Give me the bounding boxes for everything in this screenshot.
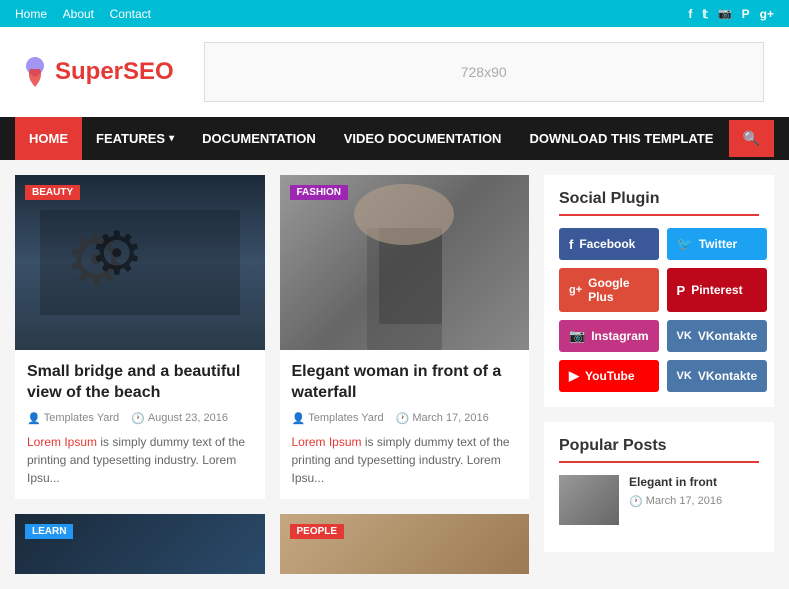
nav-features[interactable]: FEATURES [82,117,188,160]
logo-name: Super [55,58,123,85]
topbar-contact[interactable]: Contact [110,7,151,21]
post-excerpt: Lorem Ipsum is simply dummy text of the … [27,433,253,487]
post-date: August 23, 2016 [148,412,228,424]
instagram-icon: 📷 [569,328,585,344]
popular-posts-section: Popular Posts Elegant in front 🕐 March 1… [544,422,774,552]
post-date: March 17, 2016 [412,412,488,424]
vkontakte-button-2[interactable]: VK VKontakte [667,360,768,392]
logo-text: SuperSEO [55,58,174,86]
twitter-topbar-icon[interactable]: 𝕥 [702,7,708,21]
logo-accent: SEO [123,58,174,85]
posts-grid: ⚙ BEAUTY Small bridge and a beautiful vi… [15,175,529,574]
vkontakte-button-1[interactable]: VK VKontakte [667,320,768,352]
post-title[interactable]: Elegant woman in front of a waterfall [292,362,518,404]
search-icon: 🔍 [743,130,760,146]
ad-text: 728x90 [461,64,507,80]
post-title[interactable]: Small bridge and a beautiful view of the… [27,362,253,404]
youtube-label: YouTube [585,369,635,383]
logo[interactable]: SuperSEO [20,55,174,90]
nav-download[interactable]: DOWNLOAD THIS TEMPLATE [515,117,727,160]
facebook-button[interactable]: f Facebook [559,228,659,260]
content-area: ⚙ BEAUTY Small bridge and a beautiful vi… [15,175,529,574]
post-card-learn: LEARN [15,514,265,574]
facebook-topbar-icon[interactable]: f [688,7,692,21]
header-ad-banner: 728x90 [204,42,764,102]
post-image-people[interactable]: PEOPLE [280,514,530,574]
nav-documentation[interactable]: DOCUMENTATION [188,117,330,160]
topbar-home[interactable]: Home [15,7,47,21]
popular-date-text: March 17, 2016 [646,495,722,507]
post-date-icon: 🕐 August 23, 2016 [131,412,228,425]
post-body: Small bridge and a beautiful view of the… [15,350,265,499]
googleplus-button[interactable]: g+ Google Plus [559,268,659,312]
post-image[interactable]: ⚙ BEAUTY [15,175,265,350]
search-button[interactable]: 🔍 [729,120,774,157]
pinterest-label: Pinterest [691,283,742,297]
post-card: FASHION Elegant woman in front of a wate… [280,175,530,499]
twitter-button[interactable]: 🐦 Twitter [667,228,768,260]
main-navbar: HOME FEATURES DOCUMENTATION VIDEO DOCUME… [0,117,789,160]
topbar: Home About Contact f 𝕥 📷 P g+ [0,0,789,27]
post-excerpt: Lorem Ipsum is simply dummy text of the … [292,433,518,487]
facebook-icon: f [569,237,573,252]
post-author: Templates Yard [44,412,119,424]
youtube-button[interactable]: ▶ YouTube [559,360,659,392]
instagram-topbar-icon[interactable]: 📷 [718,7,732,21]
nav-video-documentation[interactable]: VIDEO DOCUMENTATION [330,117,516,160]
pinterest-button[interactable]: P Pinterest [667,268,768,312]
post-date-icon: 🕐 March 17, 2016 [396,412,489,425]
popular-post-date: 🕐 March 17, 2016 [629,495,759,508]
nav-home[interactable]: HOME [15,117,82,160]
social-plugin-section: Social Plugin f Facebook 🐦 Twitter g+ Go… [544,175,774,407]
vk-icon: VK [677,330,692,342]
pinterest-icon: P [677,283,686,298]
instagram-label: Instagram [591,329,648,343]
post-tag-fashion: FASHION [290,185,348,200]
topbar-social-icons: f 𝕥 📷 P g+ [688,7,774,21]
popular-post-info: Elegant in front 🕐 March 17, 2016 [629,475,759,508]
post-author-icon: 👤 Templates Yard [292,412,384,425]
social-plugin-title: Social Plugin [559,190,759,216]
post-author-icon: 👤 Templates Yard [27,412,119,425]
post-meta: 👤 Templates Yard 🕐 March 17, 2016 [292,412,518,425]
popular-posts-title: Popular Posts [559,437,759,463]
post-tag-people: PEOPLE [290,524,345,539]
post-meta: 👤 Templates Yard 🕐 August 23, 2016 [27,412,253,425]
popular-post-item: Elegant in front 🕐 March 17, 2016 [559,475,759,525]
popular-post-thumb[interactable] [559,475,619,525]
site-header: SuperSEO 728x90 [0,27,789,117]
post-image[interactable]: FASHION [280,175,530,350]
twitter-label: Twitter [699,237,737,251]
post-image-learn[interactable]: LEARN [15,514,265,574]
post-tag-learn: LEARN [25,524,73,539]
post-card: ⚙ BEAUTY Small bridge and a beautiful vi… [15,175,265,499]
clock-icon: 🕐 [629,495,643,508]
popular-title-text: Elegant in front [629,475,717,489]
social-grid: f Facebook 🐦 Twitter g+ Google Plus P Pi… [559,228,759,392]
post-body: Elegant woman in front of a waterfall 👤 … [280,350,530,499]
pinterest-topbar-icon[interactable]: P [742,7,750,21]
logo-icon [20,55,50,90]
googleplus-label: Google Plus [588,276,648,304]
topbar-about[interactable]: About [63,7,94,21]
twitter-icon: 🐦 [677,236,693,252]
topbar-nav: Home About Contact [15,6,163,21]
post-card-people: PEOPLE [280,514,530,574]
popular-post-title[interactable]: Elegant in front [629,475,759,491]
facebook-label: Facebook [579,237,635,251]
googleplus-icon: g+ [569,284,582,296]
youtube-icon: ▶ [569,368,579,384]
post-tag-beauty: BEAUTY [25,185,80,200]
post-author: Templates Yard [308,412,383,424]
sidebar: Social Plugin f Facebook 🐦 Twitter g+ Go… [544,175,774,574]
vkontakte-label-1: VKontakte [698,329,757,343]
vk-icon-2: VK [677,370,692,382]
googleplus-topbar-icon[interactable]: g+ [760,7,774,21]
vkontakte-label-2: VKontakte [698,369,757,383]
instagram-button[interactable]: 📷 Instagram [559,320,659,352]
main-container: ⚙ BEAUTY Small bridge and a beautiful vi… [0,160,789,589]
